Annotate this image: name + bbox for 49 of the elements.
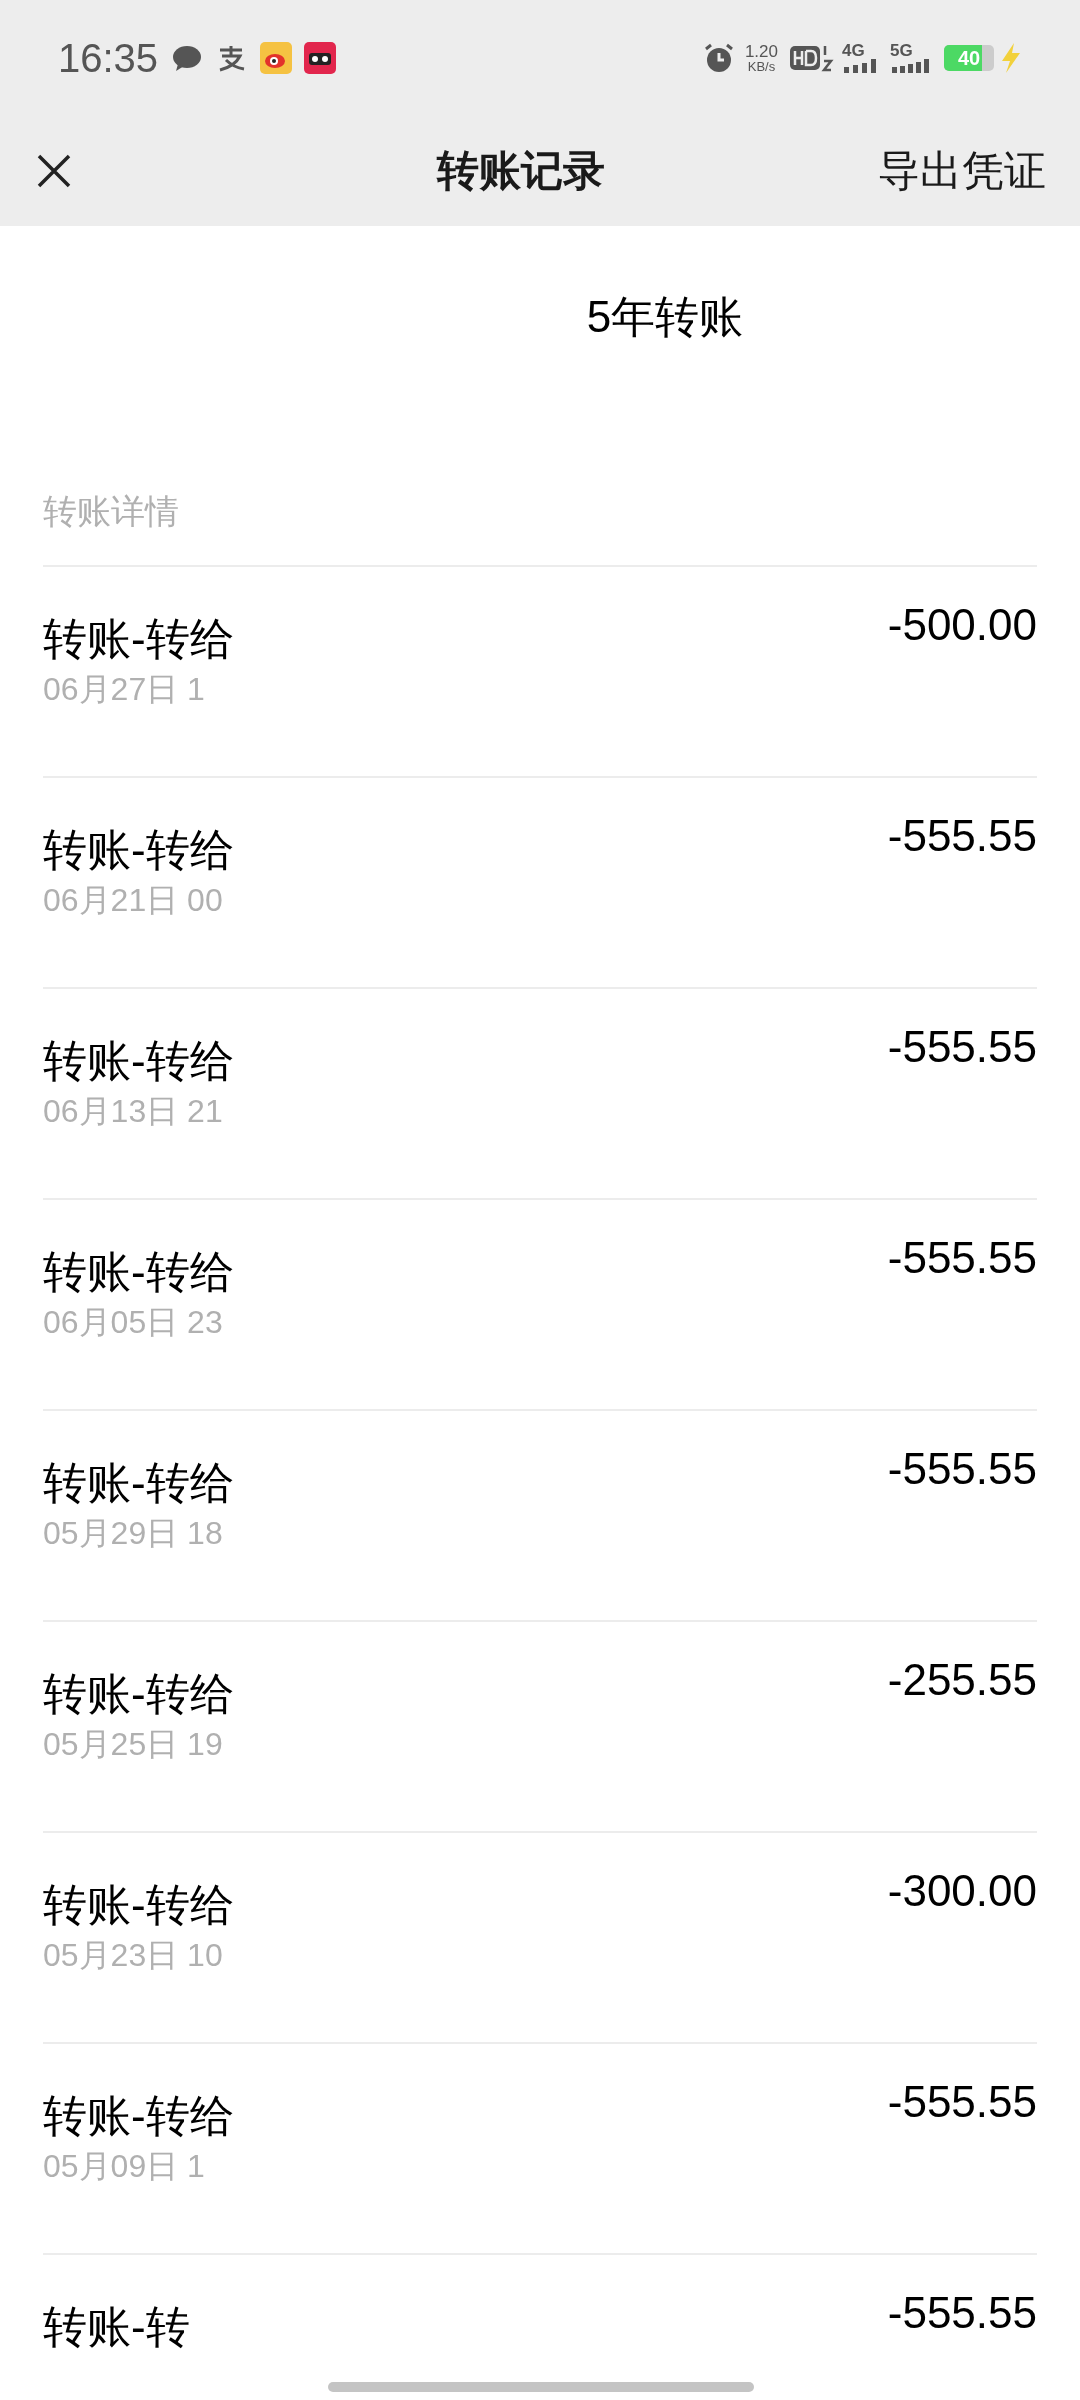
record-time: 06月05日 23 bbox=[43, 1306, 224, 1338]
record-amount: -300.00 bbox=[887, 1869, 1037, 1917]
network-type: 4G bbox=[842, 42, 866, 59]
network-type: 5G bbox=[890, 42, 914, 59]
record-amount: -555.55 bbox=[887, 1447, 1037, 1495]
record-title: 转账-转给 bbox=[43, 1672, 234, 1716]
record-row[interactable]: 转账-转给 06月21日 00 -555.55 bbox=[43, 776, 1037, 987]
chat-bubble-icon bbox=[172, 43, 203, 72]
network-speed: 1.20 bbox=[744, 42, 778, 60]
alarm-icon bbox=[702, 41, 735, 74]
status-time: 16:35 bbox=[58, 34, 159, 82]
record-title: 转账-转给 bbox=[43, 1461, 234, 1505]
record-time: 05月25日 19 bbox=[43, 1728, 224, 1760]
record-title: 转账-转给 bbox=[43, 617, 234, 661]
charging-icon bbox=[1000, 42, 1022, 73]
record-amount: -555.55 bbox=[887, 1025, 1037, 1073]
record-time: 05月23日 10 bbox=[43, 1939, 224, 1971]
record-title: 转账-转给 bbox=[43, 1039, 234, 1083]
record-row[interactable]: 转账-转给 05月23日 10 -300.00 bbox=[43, 1831, 1037, 2042]
record-row[interactable]: 转账-转给 05月29日 18 -555.55 bbox=[43, 1409, 1037, 1620]
page-title: 转账记录 bbox=[437, 146, 605, 196]
record-time: 06月27日 1 bbox=[43, 673, 206, 705]
summary-title: 5年转账 bbox=[586, 291, 744, 343]
record-time: 06月21日 00 bbox=[43, 884, 224, 916]
battery-percent: 40 bbox=[955, 44, 983, 71]
speed-unit: KB/s bbox=[747, 59, 776, 73]
record-title: 转账-转给 bbox=[43, 2094, 234, 2138]
record-title: 转账-转给 bbox=[43, 828, 234, 872]
record-amount: -555.55 bbox=[887, 1236, 1037, 1284]
record-amount: -555.55 bbox=[887, 2291, 1037, 2339]
record-title: 转账-转给 bbox=[43, 1883, 234, 1927]
record-amount: -255.55 bbox=[887, 1658, 1037, 1706]
record-row[interactable]: 转账-转给 06月13日 21 -555.55 bbox=[43, 987, 1037, 1198]
record-title: 转账-转给 bbox=[43, 1250, 234, 1294]
record-time: 05月09日 1 bbox=[43, 2150, 206, 2182]
record-time: 06月13日 21 bbox=[43, 1095, 224, 1127]
record-row[interactable]: 转账-转给 05月09日 1 -555.55 bbox=[43, 2042, 1037, 2253]
app-cat-icon bbox=[304, 41, 337, 74]
record-amount: -555.55 bbox=[887, 814, 1037, 862]
record-amount: -555.55 bbox=[887, 2080, 1037, 2128]
record-row[interactable]: 转账-转给 05月25日 19 -255.55 bbox=[43, 1620, 1037, 1831]
record-row[interactable]: 转账-转给 06月27日 1 -500.00 bbox=[43, 565, 1037, 776]
export-button[interactable]: 导出凭证 bbox=[878, 139, 1046, 202]
app-eye-icon bbox=[260, 41, 293, 74]
record-time: 05月29日 18 bbox=[43, 1517, 224, 1549]
record-row[interactable]: 转账-转给 06月05日 23 -555.55 bbox=[43, 1198, 1037, 1409]
record-title: 转账-转 bbox=[43, 2305, 190, 2349]
record-amount: -500.00 bbox=[887, 603, 1037, 651]
section-label: 转账详情 bbox=[43, 492, 179, 530]
